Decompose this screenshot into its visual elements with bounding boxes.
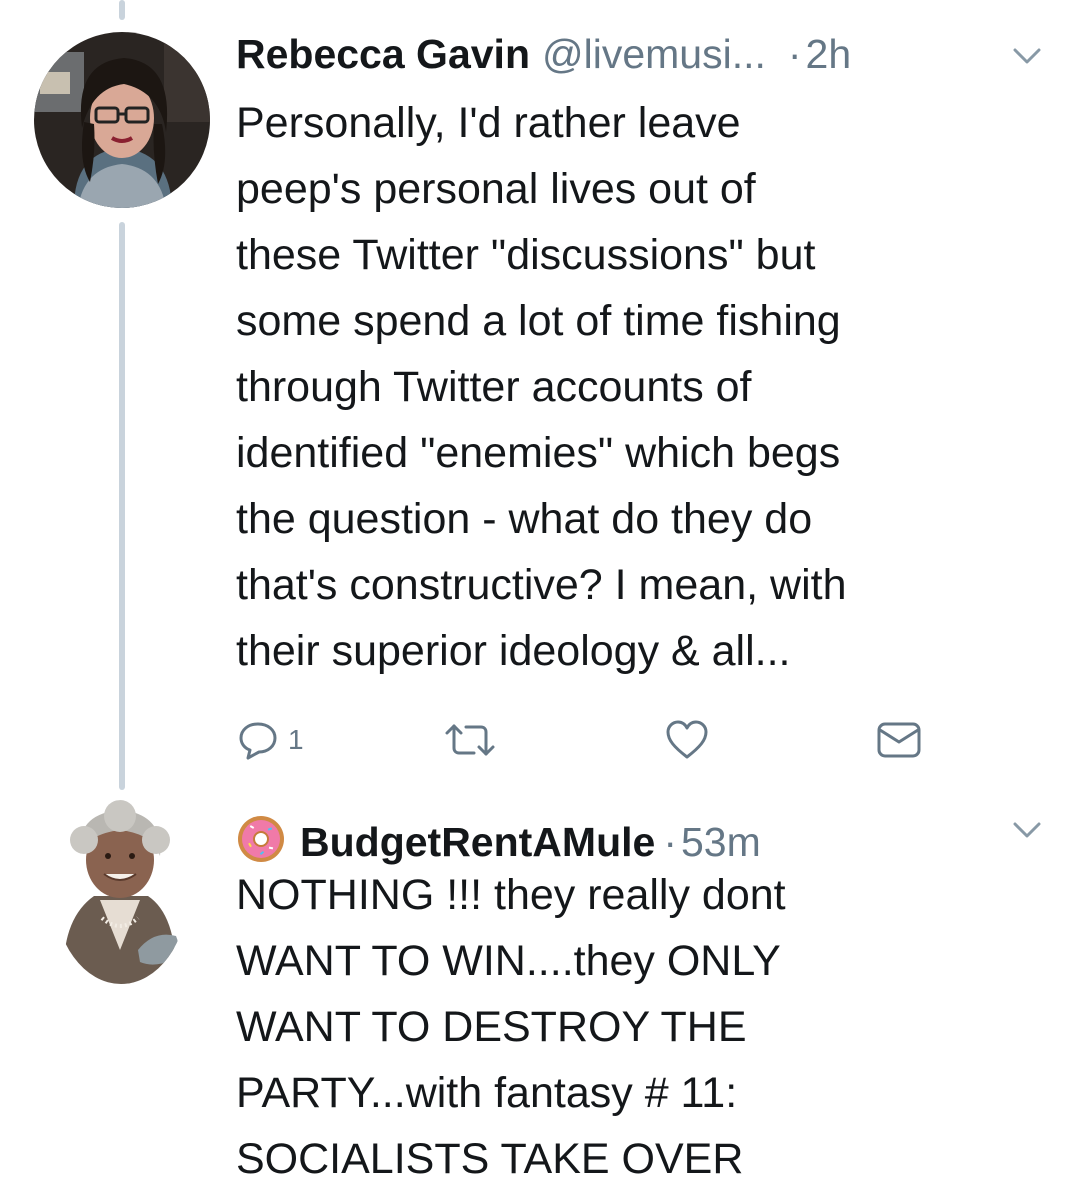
thread-connector [119, 222, 125, 790]
donut-emoji-icon [238, 816, 284, 862]
tweet-actions: 1 [236, 712, 936, 768]
tweet-text-line: identified "enemies" which begs [236, 429, 841, 477]
separator-dot: · [663, 819, 677, 865]
tweet-text-line: NOTHING !!! they really dont [236, 871, 786, 919]
timestamp[interactable]: 53m [681, 818, 761, 866]
tweet-text-line: WANT TO WIN....they ONLY [236, 937, 781, 985]
tweet-text: NOTHING !!! they really dont WANT TO WIN… [236, 862, 786, 1192]
tweet-text-line: peep's personal lives out of [236, 165, 756, 213]
tweet-text-line: these Twitter "discussions" but [236, 231, 816, 279]
author-name[interactable]: BudgetRentAMule [300, 818, 655, 866]
tweet-text-line: the question - what do they do [236, 495, 813, 543]
retweet-button[interactable] [444, 712, 496, 768]
reply-button[interactable]: 1 [236, 712, 304, 768]
tweet-text-line: SOCIALISTS TAKE OVER [236, 1135, 744, 1183]
tweet-text-line: PARTY...with fantasy # 11: [236, 1069, 738, 1117]
tweet-text-line: through Twitter accounts of [236, 363, 752, 411]
timestamp[interactable]: 2h [806, 30, 852, 78]
retweet-icon [445, 724, 495, 756]
tweet-text-line: their superior ideology & all... [236, 627, 791, 675]
direct-message-icon [877, 722, 921, 758]
tweet-text-line: some spend a lot of time fishing [236, 297, 841, 345]
tweet-text: Personally, I'd rather leave peep's pers… [236, 90, 846, 684]
chevron-down-icon[interactable] [1012, 46, 1042, 66]
separator-dot: · [787, 31, 802, 77]
avatar-image [34, 32, 210, 208]
tweet-text-line: that's constructive? I mean, with [236, 561, 847, 609]
author-name[interactable]: Rebecca Gavin [236, 30, 530, 78]
avatar[interactable] [54, 800, 188, 984]
tweet-text-line: Personally, I'd rather leave [236, 99, 741, 147]
tweet-header: BudgetRentAMule · 53m [236, 806, 761, 866]
tweet-text-line: WANT TO DESTROY THE [236, 1003, 747, 1051]
author-handle[interactable]: @livemusi... [542, 30, 766, 78]
like-button[interactable] [664, 712, 710, 768]
direct-message-button[interactable] [876, 712, 922, 768]
chevron-down-icon[interactable] [1012, 820, 1042, 840]
like-icon [666, 720, 708, 759]
tweet-header: Rebecca Gavin @livemusi... · 2h [236, 30, 851, 78]
reply-icon [239, 722, 277, 760]
avatar[interactable] [34, 32, 210, 208]
thread-connector-top [119, 0, 125, 20]
avatar-image [54, 800, 188, 984]
reply-count: 1 [288, 724, 304, 755]
